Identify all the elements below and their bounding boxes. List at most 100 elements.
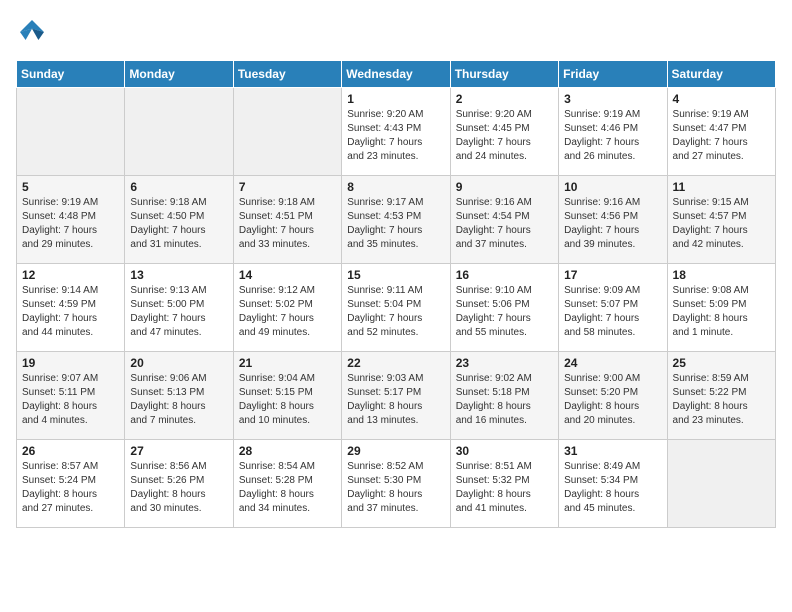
day-info: Sunrise: 9:03 AM Sunset: 5:17 PM Dayligh…: [347, 372, 444, 428]
day-info: Sunrise: 8:54 AM Sunset: 5:28 PM Dayligh…: [239, 460, 336, 516]
calendar-cell: 15 Sunrise: 9:11 AM Sunset: 5:04 PM Dayli…: [342, 264, 450, 352]
day-info: Sunrise: 9:07 AM Sunset: 5:11 PM Dayligh…: [22, 372, 119, 428]
calendar-week-row: 19 Sunrise: 9:07 AM Sunset: 5:11 PM Dayli…: [17, 352, 776, 440]
day-number: 19: [22, 356, 119, 370]
day-number: 11: [673, 180, 770, 194]
calendar-cell: 23Sunrise: 9:02 AM Sunset: 5:18 PM Dayli…: [450, 352, 558, 440]
calendar-cell: 9 Sunrise: 9:16 AM Sunset: 4:54 PM Daylig…: [450, 176, 558, 264]
calendar-cell: 8 Sunrise: 9:17 AM Sunset: 4:53 PM Daylig…: [342, 176, 450, 264]
calendar-cell: 21Sunrise: 9:04 AM Sunset: 5:15 PM Dayli…: [233, 352, 341, 440]
day-info: Sunrise: 9:09 AM Sunset: 5:07 PM Dayligh…: [564, 284, 661, 340]
calendar-cell: [233, 88, 341, 176]
day-info: Sunrise: 9:16 AM Sunset: 4:56 PM Dayligh…: [564, 196, 661, 252]
calendar-cell: 16 Sunrise: 9:10 AM Sunset: 5:06 PM Dayli…: [450, 264, 558, 352]
calendar-cell: 3 Sunrise: 9:19 AM Sunset: 4:46 PM Daylig…: [559, 88, 667, 176]
calendar-cell: 13Sunrise: 9:13 AM Sunset: 5:00 PM Dayli…: [125, 264, 233, 352]
calendar-cell: 2 Sunrise: 9:20 AM Sunset: 4:45 PM Daylig…: [450, 88, 558, 176]
calendar-cell: 7 Sunrise: 9:18 AM Sunset: 4:51 PM Daylig…: [233, 176, 341, 264]
day-info: Sunrise: 9:19 AM Sunset: 4:46 PM Dayligh…: [564, 108, 661, 164]
weekday-header-saturday: Saturday: [667, 61, 775, 88]
day-number: 25: [673, 356, 770, 370]
calendar-cell: 24 Sunrise: 9:00 AM Sunset: 5:20 PM Dayli…: [559, 352, 667, 440]
day-number: 28: [239, 444, 336, 458]
day-number: 22: [347, 356, 444, 370]
day-info: Sunrise: 9:16 AM Sunset: 4:54 PM Dayligh…: [456, 196, 553, 252]
day-info: Sunrise: 9:11 AM Sunset: 5:04 PM Dayligh…: [347, 284, 444, 340]
day-info: Sunrise: 9:17 AM Sunset: 4:53 PM Dayligh…: [347, 196, 444, 252]
day-number: 1: [347, 92, 444, 106]
calendar-cell: 25 Sunrise: 8:59 AM Sunset: 5:22 PM Dayli…: [667, 352, 775, 440]
calendar-cell: 5 Sunrise: 9:19 AM Sunset: 4:48 PM Daylig…: [17, 176, 125, 264]
calendar-cell: 19 Sunrise: 9:07 AM Sunset: 5:11 PM Dayli…: [17, 352, 125, 440]
calendar-week-row: 1 Sunrise: 9:20 AM Sunset: 4:43 PM Daylig…: [17, 88, 776, 176]
day-number: 31: [564, 444, 661, 458]
calendar-header: SundayMondayTuesdayWednesdayThursdayFrid…: [17, 61, 776, 88]
day-number: 2: [456, 92, 553, 106]
day-info: Sunrise: 9:18 AM Sunset: 4:51 PM Dayligh…: [239, 196, 336, 252]
weekday-header-sunday: Sunday: [17, 61, 125, 88]
day-info: Sunrise: 8:56 AM Sunset: 5:26 PM Dayligh…: [130, 460, 227, 516]
day-info: Sunrise: 9:10 AM Sunset: 5:06 PM Dayligh…: [456, 284, 553, 340]
day-info: Sunrise: 9:14 AM Sunset: 4:59 PM Dayligh…: [22, 284, 119, 340]
weekday-header-tuesday: Tuesday: [233, 61, 341, 88]
day-number: 12: [22, 268, 119, 282]
day-number: 3: [564, 92, 661, 106]
calendar-cell: 20Sunrise: 9:06 AM Sunset: 5:13 PM Dayli…: [125, 352, 233, 440]
day-number: 4: [673, 92, 770, 106]
day-number: 15: [347, 268, 444, 282]
logo: [16, 16, 52, 48]
day-info: Sunrise: 9:19 AM Sunset: 4:48 PM Dayligh…: [22, 196, 119, 252]
day-info: Sunrise: 9:00 AM Sunset: 5:20 PM Dayligh…: [564, 372, 661, 428]
day-info: Sunrise: 8:49 AM Sunset: 5:34 PM Dayligh…: [564, 460, 661, 516]
day-info: Sunrise: 8:59 AM Sunset: 5:22 PM Dayligh…: [673, 372, 770, 428]
calendar-cell: 31 Sunrise: 8:49 AM Sunset: 5:34 PM Dayli…: [559, 440, 667, 528]
day-number: 7: [239, 180, 336, 194]
calendar-cell: 1 Sunrise: 9:20 AM Sunset: 4:43 PM Daylig…: [342, 88, 450, 176]
day-info: Sunrise: 9:08 AM Sunset: 5:09 PM Dayligh…: [673, 284, 770, 340]
calendar-cell: 29 Sunrise: 8:52 AM Sunset: 5:30 PM Dayli…: [342, 440, 450, 528]
calendar-week-row: 26 Sunrise: 8:57 AM Sunset: 5:24 PM Dayli…: [17, 440, 776, 528]
day-number: 9: [456, 180, 553, 194]
day-info: Sunrise: 9:20 AM Sunset: 4:45 PM Dayligh…: [456, 108, 553, 164]
day-info: Sunrise: 9:18 AM Sunset: 4:50 PM Dayligh…: [130, 196, 227, 252]
day-number: 16: [456, 268, 553, 282]
page-header: [16, 16, 776, 48]
calendar-cell: 27Sunrise: 8:56 AM Sunset: 5:26 PM Dayli…: [125, 440, 233, 528]
calendar-cell: 26 Sunrise: 8:57 AM Sunset: 5:24 PM Dayli…: [17, 440, 125, 528]
weekday-header-monday: Monday: [125, 61, 233, 88]
day-number: 23: [456, 356, 553, 370]
calendar-week-row: 5 Sunrise: 9:19 AM Sunset: 4:48 PM Daylig…: [17, 176, 776, 264]
calendar-table: SundayMondayTuesdayWednesdayThursdayFrid…: [16, 60, 776, 528]
day-info: Sunrise: 8:51 AM Sunset: 5:32 PM Dayligh…: [456, 460, 553, 516]
day-number: 29: [347, 444, 444, 458]
day-info: Sunrise: 9:15 AM Sunset: 4:57 PM Dayligh…: [673, 196, 770, 252]
calendar-cell: 10 Sunrise: 9:16 AM Sunset: 4:56 PM Dayli…: [559, 176, 667, 264]
logo-icon: [16, 16, 48, 48]
day-number: 20: [130, 356, 227, 370]
day-info: Sunrise: 8:57 AM Sunset: 5:24 PM Dayligh…: [22, 460, 119, 516]
calendar-cell: 4 Sunrise: 9:19 AM Sunset: 4:47 PM Daylig…: [667, 88, 775, 176]
day-number: 17: [564, 268, 661, 282]
calendar-cell: 30 Sunrise: 8:51 AM Sunset: 5:32 PM Dayli…: [450, 440, 558, 528]
day-number: 8: [347, 180, 444, 194]
day-info: Sunrise: 8:52 AM Sunset: 5:30 PM Dayligh…: [347, 460, 444, 516]
calendar-cell: 11 Sunrise: 9:15 AM Sunset: 4:57 PM Dayli…: [667, 176, 775, 264]
day-number: 13: [130, 268, 227, 282]
weekday-header-row: SundayMondayTuesdayWednesdayThursdayFrid…: [17, 61, 776, 88]
calendar-body: 1 Sunrise: 9:20 AM Sunset: 4:43 PM Daylig…: [17, 88, 776, 528]
calendar-cell: 6Sunrise: 9:18 AM Sunset: 4:50 PM Daylig…: [125, 176, 233, 264]
day-number: 30: [456, 444, 553, 458]
day-number: 10: [564, 180, 661, 194]
day-number: 24: [564, 356, 661, 370]
day-info: Sunrise: 9:20 AM Sunset: 4:43 PM Dayligh…: [347, 108, 444, 164]
calendar-cell: 18 Sunrise: 9:08 AM Sunset: 5:09 PM Dayli…: [667, 264, 775, 352]
calendar-cell: [667, 440, 775, 528]
day-info: Sunrise: 9:19 AM Sunset: 4:47 PM Dayligh…: [673, 108, 770, 164]
day-number: 14: [239, 268, 336, 282]
day-number: 26: [22, 444, 119, 458]
day-number: 18: [673, 268, 770, 282]
calendar-cell: 17 Sunrise: 9:09 AM Sunset: 5:07 PM Dayli…: [559, 264, 667, 352]
day-number: 5: [22, 180, 119, 194]
calendar-cell: 12 Sunrise: 9:14 AM Sunset: 4:59 PM Dayli…: [17, 264, 125, 352]
calendar-cell: 22 Sunrise: 9:03 AM Sunset: 5:17 PM Dayli…: [342, 352, 450, 440]
